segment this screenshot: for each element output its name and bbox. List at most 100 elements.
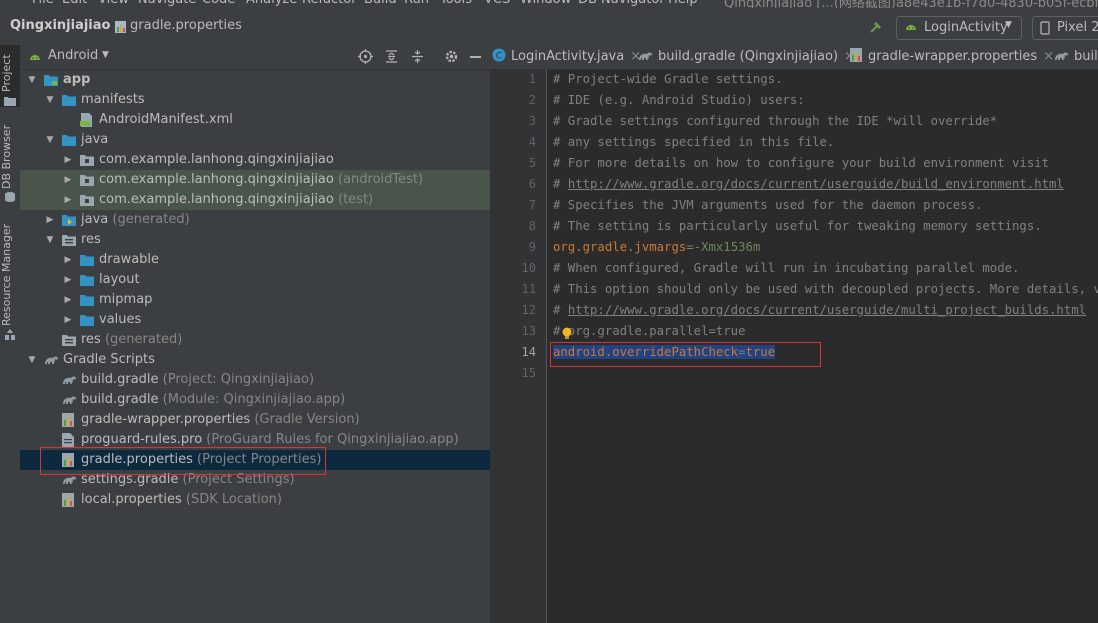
device-dropdown[interactable]: Pixel 2	[1032, 16, 1098, 40]
intention-bulb-icon[interactable]	[561, 327, 573, 344]
editor-tab[interactable]: gradle-wrapper.properties ×	[850, 45, 1054, 69]
project-tool-tab[interactable]: Project	[0, 53, 20, 93]
editor-tab[interactable]: build.gradle (Qingxinjiajiao) ×	[638, 45, 855, 69]
tree-item[interactable]: ▶ drawable	[20, 250, 490, 270]
run-configuration-label: LoginActivity	[924, 20, 1008, 35]
tree-item[interactable]: ▼ manifests	[20, 90, 490, 110]
code-line[interactable]: # http://www.gradle.org/docs/current/use…	[553, 174, 1064, 195]
tree-item[interactable]: ▼ Gradle Scripts	[20, 350, 490, 370]
chevron-down-icon[interactable]: ▼	[102, 50, 109, 60]
db-browser-tool-tab[interactable]: DB Browser	[0, 125, 20, 189]
line-number-gutter: 1 2 3 4 5 6 7 8 9 10 11 12 13 14 15	[490, 69, 547, 623]
menu-item-view[interactable]: View	[98, 0, 129, 7]
tree-item[interactable]: local.properties (SDK Location)	[20, 490, 490, 510]
tree-item[interactable]: gradle.properties (Project Properties)	[20, 450, 490, 470]
chevron-right-icon[interactable]: ▶	[62, 310, 74, 330]
tree-item[interactable]: ▶ layout	[20, 270, 490, 290]
tree-item[interactable]: proguard-rules.pro (ProGuard Rules for Q…	[20, 430, 490, 450]
tree-item[interactable]: ▶ mipmap	[20, 290, 490, 310]
menu-item-run[interactable]: Run	[404, 0, 429, 7]
gradle-icon	[62, 393, 76, 407]
gear-icon[interactable]	[444, 49, 459, 68]
chevron-right-icon[interactable]: ▶	[62, 270, 74, 290]
code-line[interactable]: # any settings specified in this file.	[553, 132, 834, 153]
editor-tab[interactable]: C LoginActivity.java ×	[492, 45, 641, 69]
menu-item-build[interactable]: Build	[364, 0, 397, 7]
close-icon[interactable]: ×	[1043, 49, 1054, 64]
menu-item-edit[interactable]: Edit	[62, 0, 87, 7]
tree-item-text: com.example.lanhong.qingxinjiajiao (test…	[99, 190, 373, 210]
menu-item-code[interactable]: Code	[202, 0, 235, 7]
tree-item[interactable]: build.gradle (Project: Qingxinjiajiao)	[20, 370, 490, 390]
menu-item-vcs[interactable]: VCS	[484, 0, 510, 7]
chevron-right-icon[interactable]: ▶	[44, 210, 56, 230]
breadcrumb-project[interactable]: Qingxinjiajiao	[10, 18, 110, 33]
chevron-down-icon[interactable]: ▼	[44, 130, 56, 150]
chevron-down-icon[interactable]: ▼	[44, 90, 56, 110]
code-line[interactable]: # org.gradle.parallel=true	[553, 321, 746, 342]
menu-item-window[interactable]: Window	[520, 0, 571, 7]
collapse-all-icon[interactable]	[410, 49, 425, 68]
tree-item[interactable]: ▶ java (generated)	[20, 210, 490, 230]
tree-item-label: com.example.lanhong.qingxinjiajiao	[99, 192, 334, 207]
code-line[interactable]: # When configured, Gradle will run in in…	[553, 258, 1019, 279]
run-configuration-dropdown[interactable]: LoginActivity ▼	[896, 16, 1022, 40]
left-tool-strip: Project DB Browser Resource Manager	[0, 45, 21, 623]
chevron-right-icon[interactable]: ▶	[62, 190, 74, 210]
menu-item-help[interactable]: Help	[668, 0, 698, 7]
code-line[interactable]: # Gradle settings configured through the…	[553, 111, 997, 132]
menu-item-refactor[interactable]: Refactor	[302, 0, 357, 7]
menu-item-navigate[interactable]: Navigate	[138, 0, 196, 7]
code-line[interactable]: # http://www.gradle.org/docs/current/use…	[553, 300, 1086, 321]
code-line[interactable]: # Specifies the JVM arguments used for t…	[553, 195, 982, 216]
code-token: =	[686, 240, 694, 254]
locate-file-icon[interactable]	[358, 49, 373, 68]
tree-item[interactable]: ▼ res	[20, 230, 490, 250]
chevron-down-icon[interactable]: ▼	[26, 70, 38, 90]
code-line[interactable]: # For more details on how to configure y…	[553, 153, 1049, 174]
gradle-icon	[638, 51, 653, 66]
text-file-icon	[62, 433, 76, 447]
menu-item-tools[interactable]: Tools	[440, 0, 472, 7]
tree-item[interactable]: ▼ java	[20, 130, 490, 150]
chevron-down-icon[interactable]: ▼	[26, 350, 38, 370]
code-line[interactable]: org.gradle.jvmargs=-Xmx1536m	[553, 237, 760, 258]
tree-item-hint: (Module: Qingxinjiajiao.app)	[162, 392, 346, 407]
tree-item[interactable]: ▼ app	[20, 70, 490, 90]
phone-icon	[1040, 21, 1050, 39]
tree-item[interactable]: AndroidManifest.xml	[20, 110, 490, 130]
tree-item-text: com.example.lanhong.qingxinjiajiao	[99, 150, 334, 170]
tree-item[interactable]: gradle-wrapper.properties (Gradle Versio…	[20, 410, 490, 430]
tree-item[interactable]: build.gradle (Module: Qingxinjiajiao.app…	[20, 390, 490, 410]
tree-item-label: build.gradle	[81, 392, 159, 407]
code-line[interactable]: # Project-wide Gradle settings.	[553, 69, 783, 90]
expand-all-icon[interactable]	[384, 49, 399, 68]
code-line[interactable]: # The setting is particularly useful for…	[553, 216, 1042, 237]
chevron-right-icon[interactable]: ▶	[62, 170, 74, 190]
code-line[interactable]: # IDE (e.g. Android Studio) users:	[553, 90, 805, 111]
tree-item[interactable]: ▶ com.example.lanhong.qingxinjiajiao (and…	[20, 170, 490, 190]
menu-item-analyze[interactable]: Analyze	[246, 0, 297, 7]
code-token: # IDE (e.g. Android Studio) users:	[553, 93, 805, 107]
tree-item-text: res (generated)	[81, 330, 182, 350]
minimize-icon[interactable]	[470, 56, 481, 58]
breadcrumb-file[interactable]: gradle.properties	[130, 18, 242, 33]
tree-item[interactable]: settings.gradle (Project Settings)	[20, 470, 490, 490]
editor-tab[interactable]: buil	[1054, 45, 1098, 69]
chevron-right-icon[interactable]: ▶	[62, 290, 74, 310]
hammer-icon[interactable]	[868, 19, 884, 39]
chevron-right-icon[interactable]: ▶	[62, 250, 74, 270]
tree-item[interactable]: res (generated)	[20, 330, 490, 350]
code-editor[interactable]: # Project-wide Gradle settings. # IDE (e.…	[553, 69, 1098, 623]
chevron-right-icon[interactable]: ▶	[62, 150, 74, 170]
code-line[interactable]: # This option should only be used with d…	[553, 279, 1098, 300]
menu-item-db-navigator[interactable]: DB Navigator	[578, 0, 665, 7]
resource-manager-tool-tab[interactable]: Resource Manager	[0, 223, 20, 327]
project-view-selector[interactable]: Android	[48, 48, 98, 63]
menu-item-file[interactable]: File	[32, 0, 54, 7]
chevron-down-icon[interactable]: ▼	[44, 230, 56, 250]
tree-item[interactable]: ▶ com.example.lanhong.qingxinjiajiao (tes…	[20, 190, 490, 210]
code-line[interactable]: android.overridePathCheck=true	[553, 342, 776, 363]
tree-item[interactable]: ▶ com.example.lanhong.qingxinjiajiao	[20, 150, 490, 170]
tree-item[interactable]: ▶ values	[20, 310, 490, 330]
